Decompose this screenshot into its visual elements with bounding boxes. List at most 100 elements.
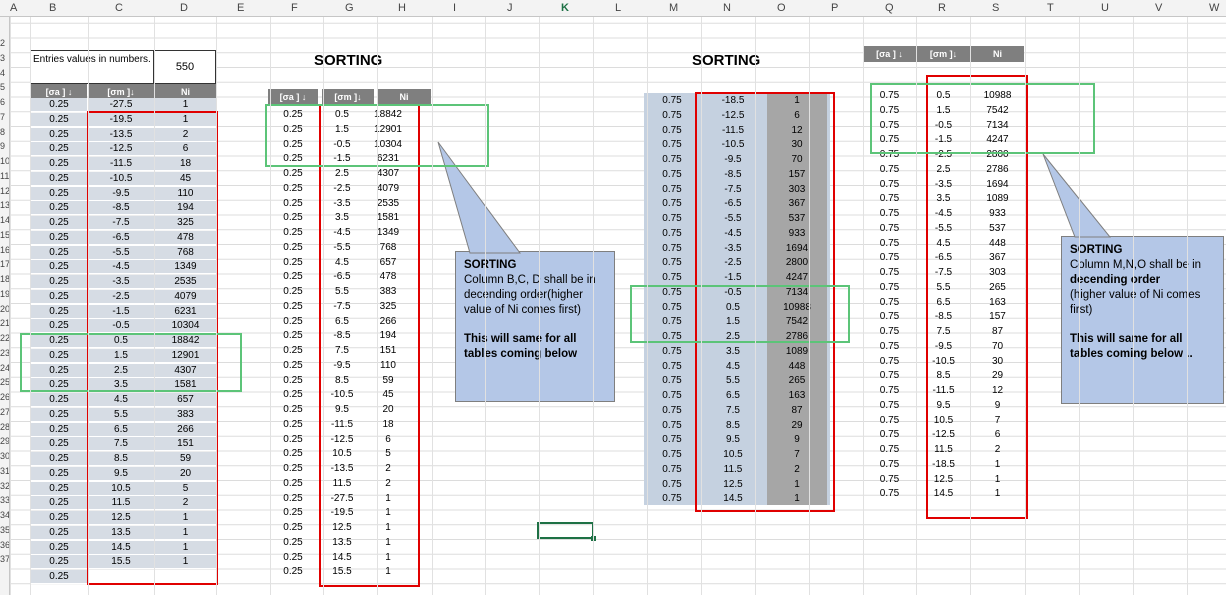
cell-sa[interactable]: 0.25: [268, 344, 318, 358]
column-header-I[interactable]: I: [453, 2, 456, 14]
cell-sa[interactable]: 0.75: [644, 256, 700, 270]
row-header[interactable]: 25: [0, 377, 9, 387]
row-header[interactable]: 19: [0, 289, 9, 299]
column-header-M[interactable]: M: [669, 2, 678, 14]
cell-sa[interactable]: 0.25: [268, 211, 318, 225]
row-header[interactable]: 24: [0, 363, 9, 373]
cell-sa[interactable]: 0.25: [31, 186, 87, 201]
column-header-Q[interactable]: Q: [885, 2, 894, 14]
selected-cell-k[interactable]: [537, 522, 594, 539]
cell-sa[interactable]: 0.75: [863, 251, 916, 265]
cell-sa[interactable]: 0.75: [863, 355, 916, 369]
cell-sa[interactable]: 0.75: [863, 340, 916, 354]
cell-sa[interactable]: 0.75: [644, 212, 700, 226]
cell-sm[interactable]: -27.5: [88, 98, 154, 112]
cell-sa[interactable]: 0.75: [644, 389, 700, 403]
column-header-C[interactable]: C: [115, 2, 123, 14]
cell-sa[interactable]: 0.25: [268, 477, 318, 491]
column-header-A[interactable]: A: [10, 2, 17, 14]
row-header[interactable]: 2: [0, 38, 5, 48]
row-header[interactable]: 6: [0, 97, 5, 107]
cell-sa[interactable]: 0.25: [268, 388, 318, 402]
cell-sa[interactable]: 0.75: [644, 404, 700, 418]
cell-sa[interactable]: 0.25: [268, 256, 318, 270]
cell-sa[interactable]: 0.25: [31, 245, 87, 260]
column-header-E[interactable]: E: [237, 2, 244, 14]
row-header[interactable]: 20: [0, 304, 9, 314]
cell-sa[interactable]: 0.75: [644, 374, 700, 388]
cell-sa[interactable]: 0.75: [644, 419, 700, 433]
cell-sa[interactable]: 0.75: [863, 237, 916, 251]
column-header-B[interactable]: B: [49, 2, 56, 14]
column-header-N[interactable]: N: [723, 2, 731, 14]
row-header[interactable]: 37: [0, 554, 9, 564]
cell-sa[interactable]: 0.25: [268, 492, 318, 506]
cell-sa[interactable]: 0.75: [863, 414, 916, 428]
column-header-V[interactable]: V: [1155, 2, 1162, 14]
cell-sa[interactable]: 0.75: [863, 325, 916, 339]
cell-sa[interactable]: 0.75: [644, 227, 700, 241]
cell-sa[interactable]: 0.25: [268, 506, 318, 520]
column-header-S[interactable]: S: [992, 2, 999, 14]
header-ni-t4[interactable]: Ni: [971, 46, 1024, 62]
cell-sa[interactable]: 0.25: [31, 422, 87, 437]
row-header[interactable]: 5: [0, 82, 5, 92]
cell-sa[interactable]: 0.25: [31, 98, 87, 112]
header-sm-t2[interactable]: [σm ]↓: [322, 89, 374, 105]
cell-sa[interactable]: 0.25: [268, 167, 318, 181]
cell-sa[interactable]: 0.75: [644, 492, 700, 506]
row-header[interactable]: 7: [0, 112, 5, 122]
row-header[interactable]: 4: [0, 68, 5, 78]
cell-sa[interactable]: 0.25: [268, 418, 318, 432]
row-header[interactable]: 36: [0, 540, 9, 550]
row-header[interactable]: 8: [0, 127, 5, 137]
column-header-L[interactable]: L: [615, 2, 621, 14]
cell-sa[interactable]: 0.25: [31, 481, 87, 496]
column-header-R[interactable]: R: [938, 2, 946, 14]
cell-sa[interactable]: 0.25: [268, 403, 318, 417]
cell-sa[interactable]: 0.25: [31, 157, 87, 171]
row-header[interactable]: 35: [0, 525, 9, 535]
cell-sa[interactable]: 0.25: [268, 241, 318, 255]
cell-sa[interactable]: 0.25: [268, 300, 318, 314]
row-header[interactable]: 34: [0, 510, 9, 520]
row-header[interactable]: 28: [0, 422, 9, 432]
cell-sa[interactable]: 0.25: [31, 319, 87, 334]
cell-sa[interactable]: 0.75: [644, 124, 700, 138]
row-header[interactable]: 14: [0, 215, 9, 225]
cell-sa[interactable]: 0.25: [268, 565, 318, 579]
column-header-K[interactable]: K: [561, 2, 569, 14]
cell-sa[interactable]: 0.25: [268, 285, 318, 299]
row-header[interactable]: 32: [0, 481, 9, 491]
cell-sa[interactable]: 0.75: [644, 360, 700, 374]
column-header-F[interactable]: F: [291, 2, 298, 14]
cell-sa[interactable]: 0.25: [268, 462, 318, 476]
cell-sa[interactable]: 0.25: [268, 433, 318, 447]
header-sm-t4[interactable]: [σm ]↓: [917, 46, 970, 62]
cell-sa[interactable]: 0.75: [644, 448, 700, 462]
cell-sa[interactable]: 0.75: [863, 399, 916, 413]
cell-sa[interactable]: 0.75: [863, 487, 916, 501]
cell-sa[interactable]: 0.75: [863, 163, 916, 177]
row-header[interactable]: 12: [0, 186, 9, 196]
row-header[interactable]: 21: [0, 318, 9, 328]
row-header[interactable]: 26: [0, 392, 9, 402]
row-header[interactable]: 33: [0, 495, 9, 505]
cell-sa[interactable]: 0.75: [644, 168, 700, 182]
row-header[interactable]: 30: [0, 451, 9, 461]
cell-sa[interactable]: 0.75: [644, 138, 700, 152]
cell-sa[interactable]: 0.25: [268, 315, 318, 329]
cell-sa[interactable]: 0.25: [268, 447, 318, 461]
row-header[interactable]: 9: [0, 141, 5, 151]
cell-sa[interactable]: 0.75: [863, 369, 916, 383]
row-header[interactable]: 22: [0, 333, 9, 343]
header-ni-t2[interactable]: Ni: [377, 89, 431, 105]
cell-sa[interactable]: 0.25: [268, 551, 318, 565]
row-header[interactable]: 17: [0, 259, 9, 269]
row-header[interactable]: 15: [0, 230, 9, 240]
cell-sa[interactable]: 0.75: [863, 473, 916, 487]
row-header[interactable]: 31: [0, 466, 9, 476]
row-header[interactable]: 27: [0, 407, 9, 417]
column-header-D[interactable]: D: [180, 2, 188, 14]
row-header[interactable]: 16: [0, 245, 9, 255]
